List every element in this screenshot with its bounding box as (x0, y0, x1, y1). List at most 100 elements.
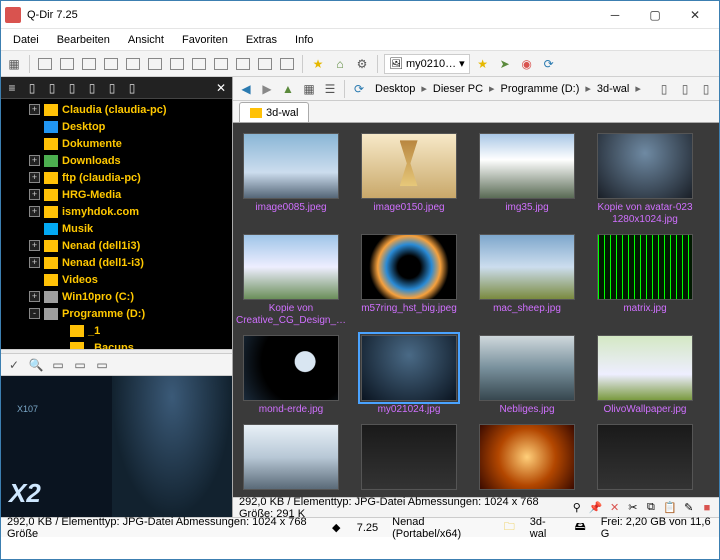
layout-icon[interactable]: ▦ (5, 55, 23, 73)
minimize-button[interactable]: ─ (595, 4, 635, 26)
status-edit-icon[interactable]: ✎ (683, 501, 695, 515)
tree-tool-4[interactable]: ▯ (83, 79, 101, 97)
thumbnail-item[interactable] (595, 424, 695, 493)
tree-tool-1[interactable]: ▯ (23, 79, 41, 97)
pane-opt-2[interactable]: ▯ (676, 80, 694, 98)
pane-layout-7[interactable] (168, 55, 186, 73)
thumbnail-item[interactable] (477, 424, 577, 493)
bookmark-icon[interactable]: ★ (309, 55, 327, 73)
nav-fwd-icon[interactable]: ▶ (258, 80, 276, 98)
tab-3dwal[interactable]: 3d-wal (239, 102, 309, 122)
tree-item[interactable]: +ismyhdok.com (1, 203, 232, 220)
tree-item[interactable]: +Nenad (dell1-i3) (1, 254, 232, 271)
pane-layout-12[interactable] (278, 55, 296, 73)
menu-info[interactable]: Info (287, 32, 321, 48)
tree-item[interactable]: Videos (1, 271, 232, 288)
pin-icon[interactable]: ◉ (518, 55, 536, 73)
preview-mode-1[interactable]: ▭ (49, 356, 67, 374)
tree-item[interactable]: +ftp (claudia-pc) (1, 169, 232, 186)
pane-layout-10[interactable] (234, 55, 252, 73)
preview-check-icon[interactable]: ✓ (5, 356, 23, 374)
status-stop-icon[interactable]: ■ (701, 501, 713, 515)
settings-icon[interactable]: ⚙ (353, 55, 371, 73)
pane-layout-9[interactable] (212, 55, 230, 73)
expand-icon[interactable]: + (29, 291, 40, 302)
thumbnail-item[interactable]: mac_sheep.jpg (477, 234, 577, 327)
tree-tool-5[interactable]: ▯ (103, 79, 121, 97)
tree-tool-3[interactable]: ▯ (63, 79, 81, 97)
menu-bearbeiten[interactable]: Bearbeiten (49, 32, 118, 48)
thumbnail-item[interactable]: image0150.jpeg (359, 133, 459, 226)
expand-icon[interactable]: + (29, 189, 40, 200)
tree-tool-6[interactable]: ▯ (123, 79, 141, 97)
thumbnail-item[interactable]: Kopie von avatar-023 1280x1024.jpg (595, 133, 695, 226)
tree-item[interactable]: +Win10pro (C:) (1, 288, 232, 305)
nav-back-icon[interactable]: ◀ (237, 80, 255, 98)
preview-zoom-icon[interactable]: 🔍 (27, 356, 45, 374)
pane-opt-1[interactable]: ▯ (655, 80, 673, 98)
view-mode-icon[interactable]: ▦ (300, 80, 318, 98)
status-filter-icon[interactable]: ⚲ (571, 501, 583, 515)
tree-item[interactable]: _Bacups (1, 339, 232, 349)
favorite-star-icon[interactable]: ★ (474, 55, 492, 73)
tree-item[interactable]: +Claudia (claudia-pc) (1, 101, 232, 118)
maximize-button[interactable]: ▢ (635, 4, 675, 26)
thumbnail-item[interactable] (241, 424, 341, 493)
pane-layout-2[interactable] (58, 55, 76, 73)
tree-item[interactable]: +Downloads (1, 152, 232, 169)
pane-layout-1[interactable] (36, 55, 54, 73)
menu-extras[interactable]: Extras (238, 32, 285, 48)
refresh-icon[interactable]: ⟳ (540, 55, 558, 73)
expand-icon[interactable]: + (29, 104, 40, 115)
pane-layout-8[interactable] (190, 55, 208, 73)
address-combo[interactable]: 🖼 my0210… ▾ (384, 54, 470, 74)
thumbnail-item[interactable]: mond-erde.jpg (241, 335, 341, 416)
tree-tool-2[interactable]: ▯ (43, 79, 61, 97)
expand-icon[interactable]: + (29, 155, 40, 166)
menu-favoriten[interactable]: Favoriten (174, 32, 236, 48)
thumbnail-grid[interactable]: image0085.jpegimage0150.jpegimg35.jpgKop… (233, 123, 719, 497)
close-button[interactable]: ✕ (675, 4, 715, 26)
expand-icon[interactable]: - (29, 308, 40, 319)
reload-icon[interactable]: ⟳ (350, 80, 368, 98)
thumbnail-item[interactable]: img35.jpg (477, 133, 577, 226)
pane-opt-3[interactable]: ▯ (697, 80, 715, 98)
thumbnail-item[interactable]: m57ring_hst_big.jpeg (359, 234, 459, 327)
tree-item[interactable]: -Programme (D:) (1, 305, 232, 322)
tree-item[interactable]: Desktop (1, 118, 232, 135)
thumbnail-item[interactable]: matrix.jpg (595, 234, 695, 327)
thumbnail-item[interactable]: Kopie von Creative_CG_Design_… (241, 234, 341, 327)
tree-close-icon[interactable]: ✕ (212, 79, 230, 97)
expand-icon[interactable]: + (29, 172, 40, 183)
tree-item[interactable]: +Nenad (dell1i3) (1, 237, 232, 254)
thumbnail-item[interactable]: OlivoWallpaper.jpg (595, 335, 695, 416)
bc-drive[interactable]: Programme (D:) (497, 82, 584, 96)
expand-icon[interactable]: + (29, 240, 40, 251)
pane-layout-6[interactable] (146, 55, 164, 73)
tree-collapse-icon[interactable]: ≡ (3, 79, 21, 97)
thumbnail-item[interactable]: my021024.jpg (359, 335, 459, 416)
thumbnail-item[interactable] (359, 424, 459, 493)
menu-datei[interactable]: Datei (5, 32, 47, 48)
expand-icon[interactable]: + (29, 257, 40, 268)
pane-layout-3[interactable] (80, 55, 98, 73)
preview-mode-2[interactable]: ▭ (71, 356, 89, 374)
preview-mode-3[interactable]: ▭ (93, 356, 111, 374)
status-pin-icon[interactable]: 📌 (589, 501, 603, 515)
thumbnail-item[interactable]: Nebliges.jpg (477, 335, 577, 416)
tree-item[interactable]: Dokumente (1, 135, 232, 152)
status-paste-icon[interactable]: 📋 (663, 501, 677, 515)
pane-layout-5[interactable] (124, 55, 142, 73)
pane-layout-11[interactable] (256, 55, 274, 73)
action-icon[interactable]: ➤ (496, 55, 514, 73)
tree-item[interactable]: _1 (1, 322, 232, 339)
bc-pc[interactable]: Dieser PC (429, 82, 487, 96)
expand-icon[interactable]: + (29, 206, 40, 217)
tree-item[interactable]: +HRG-Media (1, 186, 232, 203)
view-list-icon[interactable]: ☰ (321, 80, 339, 98)
tree-item[interactable]: Musik (1, 220, 232, 237)
bc-folder[interactable]: 3d-wal (593, 82, 633, 96)
status-copy-icon[interactable]: ⧉ (645, 501, 657, 515)
pane-layout-4[interactable] (102, 55, 120, 73)
menu-ansicht[interactable]: Ansicht (120, 32, 172, 48)
